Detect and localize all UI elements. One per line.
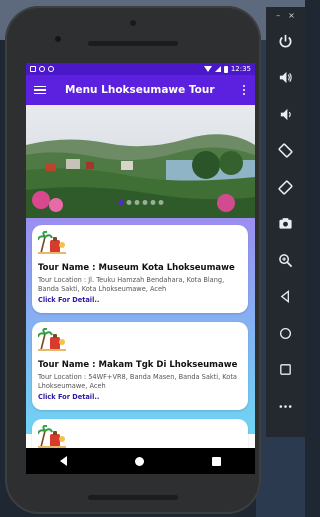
battery-icon [223,65,228,73]
home-icon[interactable] [266,315,305,352]
slider-dot[interactable] [150,200,155,205]
more-icon[interactable] [266,388,305,425]
detail-link[interactable]: Click For Detail.. [38,296,242,304]
slider-dot[interactable] [126,200,131,205]
image-slider[interactable] [26,105,255,218]
tour-card[interactable]: Tour Name : Makam Tgk Di Lhokseumawe Tou… [32,322,248,410]
tour-name: Tour Name : Museum Kota Lhokseumawe [38,263,235,273]
tour-list[interactable]: Tour Name : Museum Kota Lhokseumawe Tour… [26,105,255,459]
hamburger-icon[interactable] [34,85,46,95]
zoom-icon[interactable] [266,242,305,279]
earpiece-speaker [88,41,178,46]
emulator-toolbar: – × [266,7,305,437]
rotate-right-icon[interactable] [266,169,305,206]
sync-notification-icon [48,66,54,72]
slider-indicator [118,200,163,205]
recents-icon[interactable] [212,456,221,466]
power-icon[interactable] [266,23,305,60]
detail-link[interactable]: Click For Detail.. [38,393,242,401]
front-camera [55,36,61,42]
rotate-left-icon[interactable] [266,133,305,170]
beach-travel-icon [37,424,66,448]
shield-notification-icon [39,66,45,72]
gmail-notification-icon [30,66,36,72]
slider-dot[interactable] [118,200,123,205]
wifi-icon [203,66,212,72]
kebab-icon[interactable] [241,85,247,95]
tour-location: Tour Location : Jl. Teuku Hamzah Bendaha… [38,276,225,293]
phone-sensor [130,20,136,26]
slider-dot[interactable] [134,200,139,205]
beach-travel-icon [37,230,66,254]
slider-dot[interactable] [158,200,163,205]
phone-frame: 12:35 Menu Lhokseumawe Tour Tour Name: … [5,6,261,514]
tour-card[interactable]: Tour Name : Museum Kota Lhokseumawe Tour… [32,225,248,313]
home-icon[interactable] [135,456,144,466]
volume-up-icon[interactable] [266,60,305,97]
minimize-button[interactable]: – [276,11,280,20]
signal-icon [214,66,221,72]
app-bar: Menu Lhokseumawe Tour [26,75,255,105]
volume-down-icon[interactable] [266,96,305,133]
back-icon[interactable] [60,456,67,466]
close-button[interactable]: × [288,11,295,20]
status-time: 12:35 [230,65,251,73]
bottom-speaker [88,495,178,500]
tour-location: Tour Location : 54WF+VR8, Banda Masen, B… [38,373,237,390]
android-nav-bar [26,448,255,474]
phone-screen: 12:35 Menu Lhokseumawe Tour Tour Name: … [26,63,255,474]
beach-travel-icon [37,327,66,351]
back-icon[interactable] [266,279,305,316]
window-controls: – × [276,7,295,23]
tour-name: Tour Name : Makam Tgk Di Lhokseumawe [38,360,238,370]
overview-icon[interactable] [266,352,305,389]
status-bar: 12:35 [26,63,255,75]
app-title: Menu Lhokseumawe Tour [65,84,215,96]
camera-icon[interactable] [266,206,305,243]
slider-dot[interactable] [142,200,147,205]
